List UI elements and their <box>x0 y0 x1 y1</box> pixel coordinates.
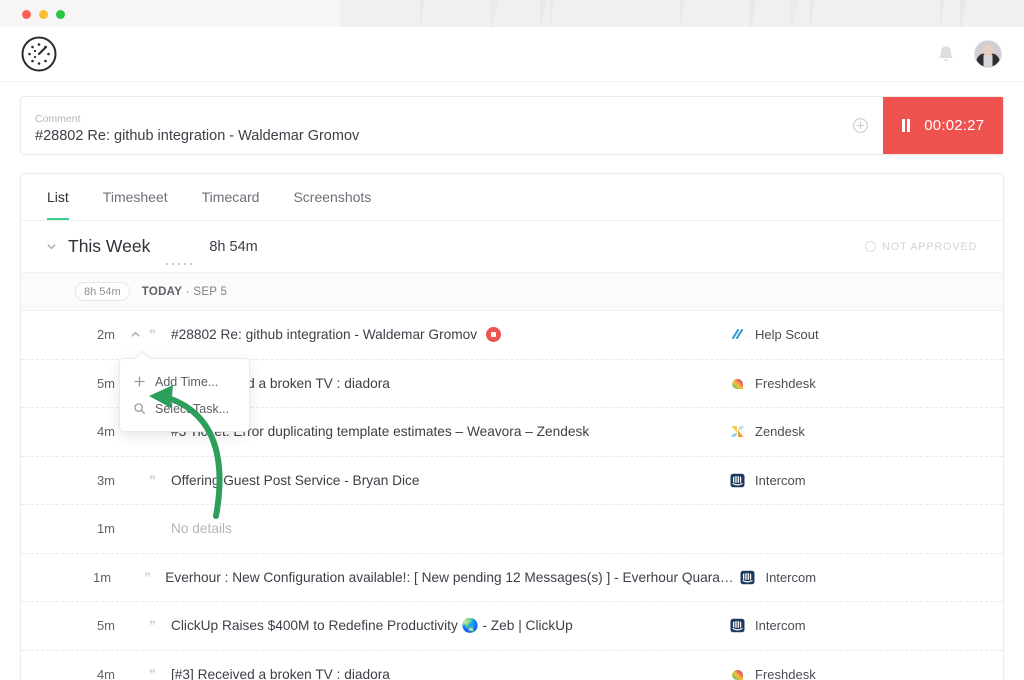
timer-bar: Comment #28802 Re: github integration - … <box>21 97 1003 154</box>
week-total: 8h 54m <box>209 239 257 255</box>
entry-duration[interactable]: 5m <box>21 618 129 633</box>
quote-icon: ❞ <box>144 571 165 584</box>
entry-description[interactable]: ClickUp Raises $400M to Redefine Product… <box>171 618 573 634</box>
pause-icon <box>902 119 911 132</box>
window-titlebar <box>0 0 1024 27</box>
avatar[interactable] <box>974 40 1002 68</box>
circle-outline-icon <box>865 241 876 252</box>
entry-description[interactable]: [#3] Received a broken TV : diadora <box>171 667 390 680</box>
quote-icon: ❞ <box>149 328 171 341</box>
table-row[interactable]: 1m ❞ Everhour : New Configuration availa… <box>21 554 1003 603</box>
entry-app[interactable]: Intercom <box>729 617 977 634</box>
entry-app[interactable]: Zendesk <box>729 423 977 440</box>
entry-app[interactable]: Intercom <box>739 569 977 586</box>
day-date: SEP 5 <box>193 286 227 298</box>
day-total-pill: 8h 54m <box>75 282 130 301</box>
stop-icon[interactable] <box>486 327 501 342</box>
header-actions <box>936 40 1002 68</box>
titlebar-texture <box>0 0 1024 27</box>
quote-icon: ❞ <box>149 668 171 680</box>
comment-label: Comment <box>35 113 823 126</box>
comment-field[interactable]: Comment #28802 Re: github integration - … <box>21 97 837 154</box>
entry-app[interactable]: Freshdesk <box>729 375 977 392</box>
day-date-label: TODAY · SEP 5 <box>142 286 228 298</box>
intercom-icon <box>729 617 746 634</box>
dotted-separator <box>164 263 196 265</box>
tab-screenshots[interactable]: Screenshots <box>293 174 371 220</box>
week-summary-row: This Week 8h 54m NOT APPROVED <box>21 221 1003 273</box>
entry-app-label: Intercom <box>755 473 806 488</box>
entry-duration[interactable]: 1m <box>21 521 129 536</box>
tab-timesheet[interactable]: Timesheet <box>103 174 168 220</box>
comment-input-value[interactable]: #28802 Re: github integration - Waldemar… <box>35 127 823 146</box>
maximize-window-button[interactable] <box>56 10 65 19</box>
entry-description[interactable]: Everhour : New Configuration available!:… <box>165 570 739 585</box>
helpscout-icon <box>729 326 746 343</box>
table-row[interactable]: 1m No details <box>21 505 1003 554</box>
zendesk-icon <box>729 423 746 440</box>
approval-status-label: NOT APPROVED <box>882 241 977 253</box>
menu-item-add-time[interactable]: Add Time... <box>120 368 249 395</box>
table-row[interactable]: 2m ❞ #28802 Re: github integration - Wal… <box>21 311 1003 360</box>
entries-list: 2m ❞ #28802 Re: github integration - Wal… <box>21 311 1003 680</box>
pause-timer-button[interactable]: 00:02:27 <box>883 97 1003 154</box>
menu-item-label: Add Time... <box>155 375 218 389</box>
quote-icon: ❞ <box>149 474 171 487</box>
menu-item-label: Select Task... <box>155 402 229 416</box>
add-entry-button[interactable] <box>837 97 883 154</box>
search-icon <box>133 402 146 415</box>
entry-app[interactable]: Freshdesk <box>729 666 977 680</box>
entry-app-label: Zendesk <box>755 424 805 439</box>
traffic-lights <box>22 10 65 19</box>
week-title: This Week <box>68 236 150 257</box>
freshdesk-icon <box>729 666 746 680</box>
intercom-icon <box>739 569 756 586</box>
tab-timecard[interactable]: Timecard <box>202 174 260 220</box>
timer-elapsed: 00:02:27 <box>924 117 984 134</box>
entry-duration[interactable]: 4m <box>21 424 129 439</box>
entry-duration[interactable]: 2m <box>21 327 129 342</box>
plus-icon <box>133 375 146 388</box>
chevron-up-icon[interactable] <box>129 328 149 341</box>
table-row[interactable]: 4m ❞ [#3] Received a broken TV : diadora… <box>21 651 1003 680</box>
entry-app-label: Intercom <box>765 570 816 585</box>
menu-item-select-task[interactable]: Select Task... <box>120 395 249 422</box>
timer-panel: Comment #28802 Re: github integration - … <box>20 96 1004 155</box>
app-header <box>0 27 1024 82</box>
entry-context-menu[interactable]: Add Time... Select Task... <box>119 358 250 432</box>
chevron-down-icon[interactable] <box>45 240 58 253</box>
table-row[interactable]: 3m ❞ Offering Guest Post Service - Bryan… <box>21 457 1003 506</box>
intercom-icon <box>729 472 746 489</box>
freshdesk-icon <box>729 375 746 392</box>
close-window-button[interactable] <box>22 10 31 19</box>
entry-app[interactable]: Intercom <box>729 472 977 489</box>
entry-app-label: Help Scout <box>755 327 819 342</box>
entry-duration[interactable]: 5m <box>21 376 129 391</box>
entry-app-label: Intercom <box>755 618 806 633</box>
view-tabs: List Timesheet Timecard Screenshots <box>21 174 1003 221</box>
quote-icon: ❞ <box>149 619 171 632</box>
entry-duration[interactable]: 3m <box>21 473 129 488</box>
entry-description[interactable]: #28802 Re: github integration - Waldemar… <box>171 327 477 342</box>
day-group-header: 8h 54m TODAY · SEP 5 <box>21 273 1003 311</box>
table-row[interactable]: 5m ❞ ClickUp Raises $400M to Redefine Pr… <box>21 602 1003 651</box>
entry-description[interactable]: Offering Guest Post Service - Bryan Dice <box>171 473 420 488</box>
entry-duration[interactable]: 4m <box>21 667 129 680</box>
entry-app[interactable]: Help Scout <box>729 326 977 343</box>
entry-app-label: Freshdesk <box>755 667 816 680</box>
entry-app-label: Freshdesk <box>755 376 816 391</box>
time-list-card: List Timesheet Timecard Screenshots This… <box>20 173 1004 680</box>
day-separator: · <box>186 286 190 298</box>
approval-status[interactable]: NOT APPROVED <box>865 241 977 253</box>
entry-description[interactable]: No details <box>171 521 232 536</box>
minimize-window-button[interactable] <box>39 10 48 19</box>
bell-icon[interactable] <box>936 44 956 64</box>
day-name: TODAY <box>142 286 183 298</box>
everhour-clock-logo-icon[interactable] <box>20 35 58 73</box>
entry-duration[interactable]: 1m <box>21 570 125 585</box>
tab-list[interactable]: List <box>47 174 69 220</box>
